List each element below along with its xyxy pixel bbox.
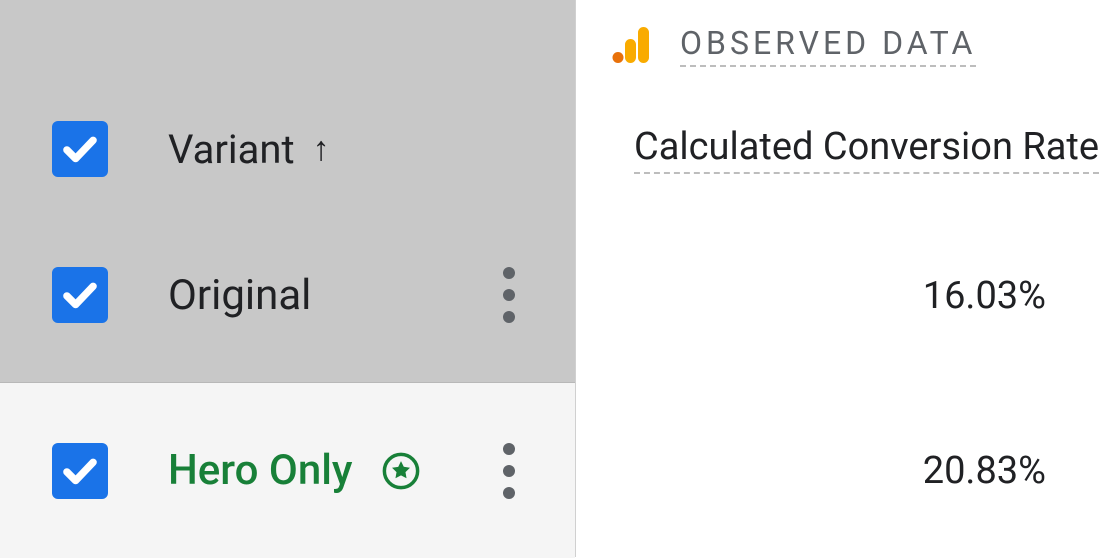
variant-name-hero: Hero Only — [168, 446, 352, 495]
dots-icon — [503, 465, 515, 477]
conversion-value-hero: 20.83% — [923, 449, 1046, 493]
observed-data-label: OBSERVED DATA — [680, 24, 976, 67]
left-blank-spacer — [0, 0, 575, 90]
dots-icon — [503, 487, 515, 499]
conversion-value-row: 16.03% — [576, 208, 1104, 383]
variant-header-row: Variant ↑ — [0, 90, 575, 208]
variant-sort-header[interactable]: Variant ↑ — [168, 126, 575, 173]
variant-column: Variant ↑ Original — [0, 0, 576, 557]
observed-data-column: OBSERVED DATA Calculated Conversion Rate… — [576, 0, 1104, 557]
conversion-value-row: 20.83% — [576, 383, 1104, 558]
row-menu-hero[interactable] — [495, 435, 523, 507]
conversion-rate-header: Calculated Conversion Rate — [576, 90, 1104, 208]
analytics-icon — [612, 25, 652, 65]
dots-icon — [503, 443, 515, 455]
dots-icon — [503, 311, 515, 323]
conversion-value-original: 16.03% — [923, 274, 1046, 318]
conversion-rate-label: Calculated Conversion Rate — [634, 125, 1099, 174]
select-all-checkbox[interactable] — [52, 121, 108, 177]
variant-header-label: Variant — [168, 126, 295, 173]
winner-star-icon — [382, 452, 420, 490]
sort-ascending-icon: ↑ — [313, 129, 330, 169]
row-checkbox-hero[interactable] — [52, 443, 108, 499]
table-row: Original — [0, 208, 575, 383]
dots-icon — [503, 267, 515, 279]
row-checkbox-original[interactable] — [52, 267, 108, 323]
variant-name-original: Original — [168, 271, 311, 320]
table-row: Hero Only — [0, 383, 575, 558]
row-menu-original[interactable] — [495, 259, 523, 331]
dots-icon — [503, 289, 515, 301]
observed-data-header: OBSERVED DATA — [576, 0, 1104, 90]
